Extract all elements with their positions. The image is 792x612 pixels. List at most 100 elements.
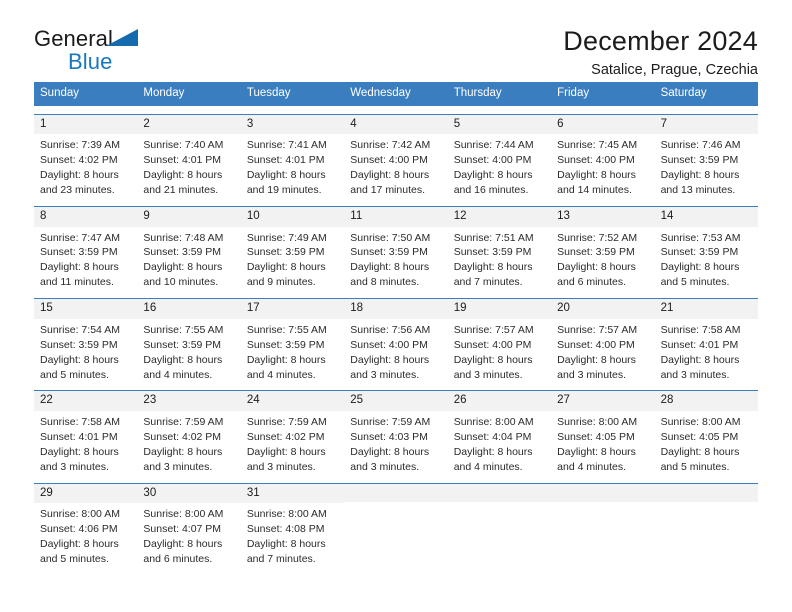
day-info: Sunrise: 7:53 AM Sunset: 3:59 PM Daylight:… — [655, 227, 758, 291]
weekday-header-row: Sunday Monday Tuesday Wednesday Thursday… — [34, 82, 758, 106]
daylight-line-2: and 3 minutes. — [453, 368, 523, 381]
day-cell[interactable]: 14 Sunrise: 7:53 AM Sunset: 3:59 PM Daylig… — [654, 206, 758, 291]
day-cell[interactable]: 19 Sunrise: 7:57 AM Sunset: 4:00 PM Daylig… — [447, 299, 552, 383]
day-cell[interactable]: 5 Sunrise: 7:44 AM Sunset: 4:00 PM Dayligh… — [447, 114, 552, 198]
day-cell[interactable]: 28 Sunrise: 8:00 AM Sunset: 4:05 PM Daylig… — [654, 391, 758, 475]
day-info: Sunrise: 7:48 AM Sunset: 3:59 PM Daylight:… — [137, 227, 240, 291]
daylight-line-1: Daylight: 8 hours — [350, 169, 430, 182]
sunrise-time: Sunrise: 7:53 AM — [660, 231, 741, 244]
sunset-time: Sunset: 3:59 PM — [660, 246, 739, 259]
day-cell[interactable]: 6 Sunrise: 7:45 AM Sunset: 4:00 PM Dayligh… — [551, 114, 655, 198]
sunrise-time: Sunrise: 7:39 AM — [40, 139, 120, 152]
day-number: 29 — [34, 483, 138, 504]
day-cell[interactable]: 26 Sunrise: 8:00 AM Sunset: 4:04 PM Daylig… — [447, 391, 552, 475]
sunset-time: Sunset: 4:00 PM — [557, 338, 635, 351]
sunrise-time: Sunrise: 7:58 AM — [660, 323, 741, 336]
daylight-line-1: Daylight: 8 hours — [246, 445, 326, 458]
day-cell[interactable]: 24 Sunrise: 7:59 AM Sunset: 4:02 PM Daylig… — [240, 391, 345, 475]
sunset-time: Sunset: 3:59 PM — [143, 338, 222, 351]
day-number: 6 — [551, 114, 655, 135]
sunrise-time: Sunrise: 7:41 AM — [246, 139, 327, 152]
day-cell[interactable]: 29 Sunrise: 8:00 AM Sunset: 4:06 PM Daylig… — [34, 483, 138, 567]
day-cell[interactable]: 30 Sunrise: 8:00 AM Sunset: 4:07 PM Daylig… — [137, 483, 241, 567]
week-row: 1 Sunrise: 7:39 AM Sunset: 4:02 PM Dayligh… — [34, 113, 758, 198]
day-cell[interactable]: 11 Sunrise: 7:50 AM Sunset: 3:59 PM Daylig… — [344, 206, 448, 291]
day-number: 28 — [654, 391, 758, 412]
day-number: 10 — [240, 206, 345, 227]
sunrise-time: Sunrise: 7:40 AM — [143, 139, 224, 152]
logo-text-blue: Blue — [68, 49, 113, 74]
day-number: 12 — [447, 206, 552, 227]
day-info: Sunrise: 7:58 AM Sunset: 4:01 PM Daylight:… — [655, 319, 758, 383]
day-number: 26 — [447, 391, 552, 412]
day-info: Sunrise: 7:47 AM Sunset: 3:59 PM Daylight:… — [34, 227, 137, 291]
daylight-line-2: and 5 minutes. — [660, 276, 730, 289]
daylight-line-2: and 23 minutes. — [40, 184, 115, 196]
day-cell[interactable]: 22 Sunrise: 7:58 AM Sunset: 4:01 PM Daylig… — [34, 391, 138, 475]
sunrise-time: Sunrise: 7:49 AM — [246, 231, 327, 244]
daylight-line-1: Daylight: 8 hours — [246, 538, 326, 551]
day-cell[interactable]: 13 Sunrise: 7:52 AM Sunset: 3:59 PM Daylig… — [551, 206, 655, 291]
daylight-line-2: and 7 minutes. — [246, 553, 316, 566]
sunrise-time: Sunrise: 7:56 AM — [350, 323, 431, 336]
daylight-line-1: Daylight: 8 hours — [143, 169, 223, 182]
day-cell[interactable]: 15 Sunrise: 7:54 AM Sunset: 3:59 PM Daylig… — [34, 299, 138, 383]
daylight-line-2: and 21 minutes. — [143, 184, 219, 196]
day-cell[interactable]: 27 Sunrise: 8:00 AM Sunset: 4:05 PM Daylig… — [551, 391, 655, 475]
day-cell[interactable]: 2 Sunrise: 7:40 AM Sunset: 4:01 PM Dayligh… — [137, 114, 241, 198]
sunset-time: Sunset: 4:02 PM — [40, 154, 118, 167]
day-cell[interactable]: 31 Sunrise: 8:00 AM Sunset: 4:08 PM Daylig… — [240, 483, 345, 567]
sunset-time: Sunset: 4:05 PM — [660, 430, 739, 443]
day-info: Sunrise: 7:55 AM Sunset: 3:59 PM Daylight:… — [137, 319, 240, 383]
day-cell[interactable]: 1 Sunrise: 7:39 AM Sunset: 4:02 PM Dayligh… — [34, 114, 138, 198]
general-blue-logo[interactable]: General Blue — [34, 26, 214, 73]
day-cell[interactable]: 21 Sunrise: 7:58 AM Sunset: 4:01 PM Daylig… — [654, 299, 758, 383]
day-cell[interactable]: 17 Sunrise: 7:55 AM Sunset: 3:59 PM Daylig… — [240, 299, 345, 383]
day-cell[interactable]: 3 Sunrise: 7:41 AM Sunset: 4:01 PM Dayligh… — [240, 114, 345, 198]
day-info: Sunrise: 7:44 AM Sunset: 4:00 PM Daylight:… — [448, 134, 551, 198]
day-cell[interactable]: 8 Sunrise: 7:47 AM Sunset: 3:59 PM Dayligh… — [34, 206, 138, 291]
day-cell[interactable]: 12 Sunrise: 7:51 AM Sunset: 3:59 PM Daylig… — [447, 206, 552, 291]
day-cell[interactable]: 16 Sunrise: 7:55 AM Sunset: 3:59 PM Daylig… — [137, 299, 241, 383]
daylight-line-1: Daylight: 8 hours — [143, 261, 223, 274]
day-cell[interactable]: 4 Sunrise: 7:42 AM Sunset: 4:00 PM Dayligh… — [344, 114, 448, 198]
day-cell[interactable]: 7 Sunrise: 7:46 AM Sunset: 3:59 PM Dayligh… — [654, 114, 758, 198]
sunset-time: Sunset: 3:59 PM — [40, 338, 118, 351]
sunrise-time: Sunrise: 7:47 AM — [40, 231, 120, 244]
daylight-line-2: and 4 minutes. — [143, 368, 213, 381]
week-row: 15 Sunrise: 7:54 AM Sunset: 3:59 PM Daylig… — [34, 298, 758, 383]
daylight-line-2: and 4 minutes. — [453, 460, 523, 473]
daylight-line-2: and 13 minutes. — [660, 184, 736, 196]
day-cell[interactable]: 25 Sunrise: 7:59 AM Sunset: 4:03 PM Daylig… — [344, 391, 448, 475]
sunrise-time: Sunrise: 7:59 AM — [350, 416, 431, 429]
sunrise-time: Sunrise: 7:55 AM — [246, 323, 327, 336]
daylight-line-2: and 4 minutes. — [557, 460, 627, 473]
day-cell[interactable]: 18 Sunrise: 7:56 AM Sunset: 4:00 PM Daylig… — [344, 299, 448, 383]
daylight-line-1: Daylight: 8 hours — [660, 261, 740, 274]
calendar-page: General Blue December 2024 Satalice, Pra… — [0, 0, 792, 612]
day-number — [654, 483, 758, 502]
daylight-line-1: Daylight: 8 hours — [453, 353, 533, 366]
sunset-time: Sunset: 3:59 PM — [246, 338, 325, 351]
daylight-line-1: Daylight: 8 hours — [557, 353, 636, 366]
day-number: 16 — [137, 299, 241, 319]
sunrise-time: Sunrise: 7:45 AM — [557, 139, 638, 152]
day-number: 1 — [34, 114, 138, 135]
sunset-time: Sunset: 4:00 PM — [453, 154, 532, 167]
daylight-line-1: Daylight: 8 hours — [246, 353, 326, 366]
day-cell[interactable]: 23 Sunrise: 7:59 AM Sunset: 4:02 PM Daylig… — [137, 391, 241, 475]
day-number — [447, 483, 552, 502]
day-number: 19 — [447, 299, 552, 319]
daylight-line-1: Daylight: 8 hours — [453, 169, 533, 182]
day-cell[interactable]: 10 Sunrise: 7:49 AM Sunset: 3:59 PM Daylig… — [240, 206, 345, 291]
day-number — [551, 483, 655, 502]
day-cell[interactable]: 20 Sunrise: 7:57 AM Sunset: 4:00 PM Daylig… — [551, 299, 655, 383]
day-info: Sunrise: 8:00 AM Sunset: 4:05 PM Daylight:… — [551, 411, 654, 475]
sunrise-time: Sunrise: 7:54 AM — [40, 323, 120, 336]
daylight-line-1: Daylight: 8 hours — [246, 261, 326, 274]
day-number: 14 — [654, 206, 758, 227]
day-info: Sunrise: 8:00 AM Sunset: 4:07 PM Daylight:… — [137, 503, 240, 567]
sunset-time: Sunset: 4:02 PM — [143, 430, 222, 443]
day-cell[interactable]: 9 Sunrise: 7:48 AM Sunset: 3:59 PM Dayligh… — [137, 206, 241, 291]
sunset-time: Sunset: 4:06 PM — [40, 523, 118, 536]
